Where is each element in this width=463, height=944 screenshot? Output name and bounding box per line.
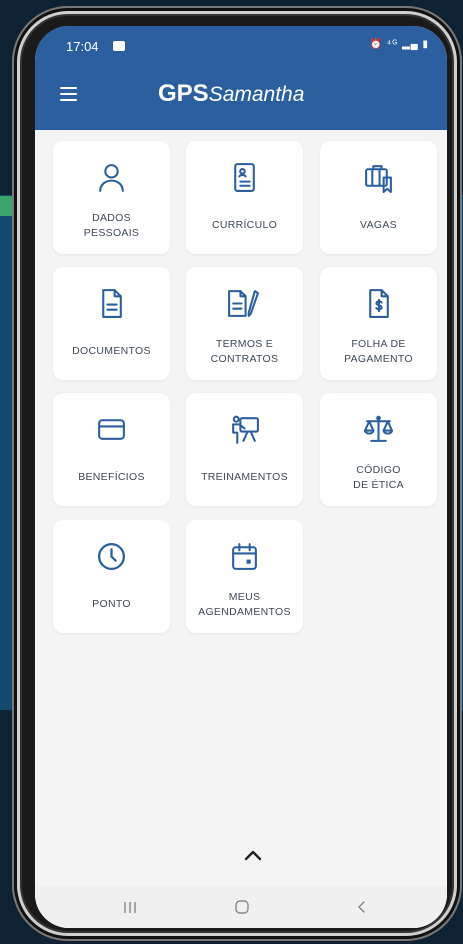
app-header: 17:04 ⏰ ⁴ᴳ ▂▄ ▮ GPSSamantha [35, 26, 447, 130]
back-icon[interactable] [353, 899, 371, 915]
bottom-area [35, 848, 447, 928]
menu-grid: DADOS PESSOAIS CURRÍCULO VAGAS DOCUMENTO… [35, 130, 447, 848]
card-label: VAGAS [360, 219, 397, 232]
app-logo: GPSSamantha [158, 80, 304, 108]
document-icon [102, 289, 122, 318]
logo-name: Samantha [208, 83, 305, 106]
home-icon[interactable] [233, 899, 251, 915]
card-label: BENEFÍCIOS [78, 471, 145, 484]
scale-icon [364, 415, 393, 442]
card-label: CÓDIGO DE ÉTICA [353, 463, 404, 491]
system-navbar [35, 886, 447, 928]
card-label: TERMOS E CONTRATOS [210, 337, 279, 365]
clock-icon [97, 542, 126, 571]
card-meus-agendamentos[interactable]: MEUS AGENDAMENTOS [186, 520, 303, 633]
card-label: CURRÍCULO [211, 219, 278, 232]
card-label: TREINAMENTOS [201, 471, 288, 484]
card-ponto[interactable]: PONTO [53, 520, 170, 633]
card-codigo-etica[interactable]: CÓDIGO DE ÉTICA [320, 393, 437, 506]
card-treinamentos[interactable]: TREINAMENTOS [186, 393, 303, 506]
card-beneficios[interactable]: BENEFÍCIOS [53, 393, 170, 506]
card-vagas[interactable]: VAGAS [320, 141, 437, 254]
card-label: PONTO [92, 598, 131, 611]
card-documentos[interactable]: DOCUMENTOS [53, 267, 170, 380]
briefcase-bookmark-icon [365, 165, 392, 193]
document-pen-icon [228, 290, 259, 317]
calendar-icon [232, 543, 257, 570]
status-icons: ⏰ ⁴ᴳ ▂▄ ▮ [369, 39, 429, 50]
chevron-up-icon[interactable] [243, 848, 263, 862]
card-label: FOLHA DE PAGAMENTO [344, 337, 413, 365]
status-time: 17:04 [66, 39, 99, 54]
card-folha-pagamento[interactable]: FOLHA DE PAGAMENTO [320, 267, 437, 380]
app-screen: 17:04 ⏰ ⁴ᴳ ▂▄ ▮ GPSSamantha DADOS PESSOA… [35, 26, 447, 928]
recent-apps-icon[interactable] [121, 899, 139, 915]
notification-icon [113, 41, 125, 51]
resume-icon [234, 163, 255, 192]
menu-icon[interactable] [60, 87, 77, 101]
card-label: DOCUMENTOS [72, 345, 151, 358]
card-dados-pessoais[interactable]: DADOS PESSOAIS [53, 141, 170, 254]
user-icon [99, 164, 124, 192]
card-termos-contratos[interactable]: TERMOS E CONTRATOS [186, 267, 303, 380]
payroll-icon [369, 289, 389, 318]
logo-gps: GPS [158, 80, 209, 107]
card-curriculo[interactable]: CURRÍCULO [186, 141, 303, 254]
card-icon [98, 419, 125, 440]
card-label: DADOS PESSOAIS [83, 211, 140, 239]
card-label: MEUS AGENDAMENTOS [198, 590, 291, 618]
training-icon [232, 415, 259, 444]
